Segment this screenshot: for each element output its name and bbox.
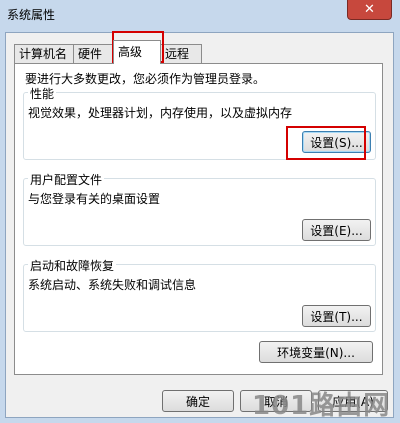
user-profiles-description: 与您登录有关的桌面设置 <box>28 192 161 206</box>
startup-recovery-title: 启动和故障恢复 <box>28 257 117 274</box>
startup-recovery-settings-button[interactable]: 设置(T)... <box>302 305 371 327</box>
performance-title: 性能 <box>28 85 57 102</box>
close-icon: ✕ <box>364 2 375 17</box>
system-properties-window: 系统属性 ✕ 计算机名 硬件 高级 远程 要进行大多数更改，您必须作为管理员登录… <box>0 0 400 423</box>
performance-group: 性能 视觉效果，处理器计划，内存使用，以及虚拟内存 设置(S)... <box>23 85 376 160</box>
tab-advanced[interactable]: 高级 <box>113 40 161 64</box>
tab-hardware[interactable]: 硬件 <box>73 44 113 63</box>
environment-variables-button[interactable]: 环境变量(N)... <box>259 341 373 363</box>
window-title: 系统属性 <box>7 8 56 22</box>
user-profiles-group: 用户配置文件 与您登录有关的桌面设置 设置(E)... <box>23 171 376 246</box>
user-profiles-title: 用户配置文件 <box>28 171 105 188</box>
user-profiles-settings-button[interactable]: 设置(E)... <box>302 219 371 241</box>
close-button[interactable]: ✕ <box>347 0 392 20</box>
tab-remote[interactable]: 远程 <box>160 44 202 63</box>
startup-recovery-group: 启动和故障恢复 系统启动、系统失败和调试信息 设置(T)... <box>23 257 376 332</box>
ok-button[interactable]: 确定 <box>162 390 234 412</box>
admin-notice: 要进行大多数更改，您必须作为管理员登录。 <box>25 72 266 86</box>
title-bar[interactable]: 系统属性 ✕ <box>0 0 400 32</box>
startup-recovery-description: 系统启动、系统失败和调试信息 <box>28 278 197 292</box>
performance-settings-button[interactable]: 设置(S)... <box>302 131 371 153</box>
advanced-tab-panel: 要进行大多数更改，您必须作为管理员登录。 性能 视觉效果，处理器计划，内存使用，… <box>14 63 383 375</box>
tab-computer-name[interactable]: 计算机名 <box>14 44 74 63</box>
site-watermark: 101路由网 <box>252 391 391 421</box>
dialog-client-area: 计算机名 硬件 高级 远程 要进行大多数更改，您必须作为管理员登录。 性能 视觉… <box>5 32 394 418</box>
performance-description: 视觉效果，处理器计划，内存使用，以及虚拟内存 <box>28 106 293 120</box>
